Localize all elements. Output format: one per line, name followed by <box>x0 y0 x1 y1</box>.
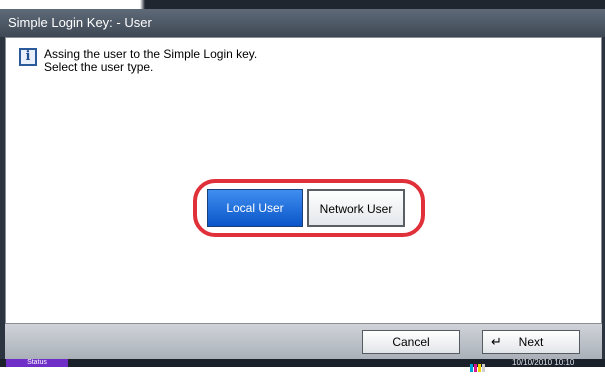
instruction-line-2: Select the user type. <box>44 60 154 74</box>
network-user-button[interactable]: Network User <box>307 189 405 227</box>
cancel-button[interactable]: Cancel <box>362 330 460 354</box>
datetime-display: 10/10/2010 10:10 <box>512 358 575 367</box>
window-title: Simple Login Key: - User <box>0 9 605 37</box>
status-button[interactable]: Status <box>6 359 68 367</box>
next-button-label: Next <box>518 335 544 349</box>
instruction-message: Assing the user to the Simple Login key.… <box>44 48 257 74</box>
local-user-button[interactable]: Local User <box>207 189 303 227</box>
next-button[interactable]: ↵ Next <box>482 330 580 354</box>
top-strip <box>0 0 605 9</box>
toner-level-icon <box>470 359 490 372</box>
info-icon: i <box>19 48 37 66</box>
enter-arrow-icon: ↵ <box>491 334 502 349</box>
